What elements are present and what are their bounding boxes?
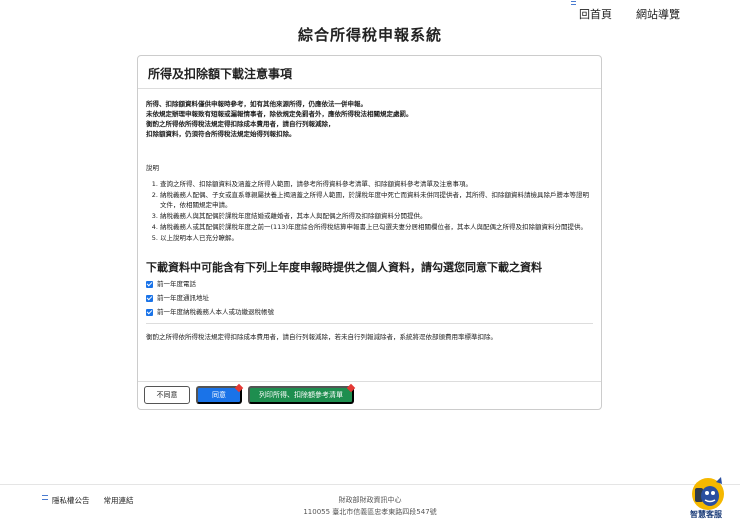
footer-info: 財政部財政資訊中心 110055 臺北市信義區忠孝東路四段547號 bbox=[0, 494, 740, 518]
modal-title: 所得及扣除額下載注意事項 bbox=[138, 56, 601, 89]
footer-address: 110055 臺北市信義區忠孝東路四段547號 bbox=[303, 508, 437, 516]
consent-title: 下載資料中可能含有下列上年度申報時提供之個人資料，請勾選您同意下載之資料 bbox=[146, 261, 542, 274]
decline-button[interactable]: 不同意 bbox=[144, 386, 190, 404]
agree-button-label: 同意 bbox=[212, 391, 226, 399]
description-title: 說明 bbox=[146, 164, 159, 172]
checkbox-checked-icon[interactable] bbox=[146, 280, 153, 288]
system-title: 綜合所得稅申報系統 bbox=[297, 26, 442, 44]
description-item: 納稅義務人配偶、子女或直系尊親屬扶養上揭涵蓋之所得人範圍，於課稅年度中死亡而資料… bbox=[160, 190, 593, 210]
agree-button[interactable]: 同意 bbox=[196, 383, 244, 404]
consent-checkbox-phone[interactable]: 前一年度電話 bbox=[146, 279, 593, 289]
corner-marker-icon bbox=[346, 383, 356, 393]
description-item: 以上說明本人已充分瞭解。 bbox=[160, 233, 593, 243]
checkbox-label: 前一年度通訊地址 bbox=[157, 294, 209, 302]
download-notice-modal: 所得及扣除額下載注意事項 所得、扣除額資料僅供申報時參考，如有其他來源所得，仍應… bbox=[137, 55, 602, 410]
notice-paragraph: 所得、扣除額資料僅供申報時參考，如有其他來源所得，仍應依法一併申報。 未依規定辦… bbox=[146, 99, 593, 139]
consent-checkbox-account[interactable]: 前一年度納稅義務人本人或功繳退稅帳號 bbox=[146, 307, 593, 317]
footer-org: 財政部財政資訊中心 bbox=[338, 496, 402, 504]
description-item: 納稅義務人與其配偶於課稅年度結婚或離婚者，其本人與配偶之所得及扣除額資料分開提供… bbox=[160, 211, 593, 221]
checkbox-label: 前一年度電話 bbox=[157, 280, 196, 288]
print-reference-list-button[interactable]: 列印所得、扣除額參考清單 bbox=[248, 383, 356, 404]
notice-line: 衡酌之所得依所得稅法規定得扣除成本費用者，請自行列報減除， bbox=[146, 120, 335, 128]
top-nav: 回首頁 網站導覽 bbox=[571, 1, 680, 22]
corner-marker-icon bbox=[234, 383, 244, 393]
menu-mark-icon bbox=[571, 1, 576, 5]
description-item: 納稅義務人或其配偶於課稅年度之前一(113)年度綜合所得稅結算申報書上已勾選夫妻… bbox=[160, 222, 593, 232]
modal-body: 所得、扣除額資料僅供申報時參考，如有其他來源所得，仍應依法一併申報。 未依規定辦… bbox=[138, 89, 601, 342]
print-button-label: 列印所得、扣除額參考清單 bbox=[259, 391, 343, 399]
smart-assistant-label[interactable]: 智慧客服 bbox=[690, 509, 722, 520]
notice-line: 所得、扣除額資料僅供申報時參考，如有其他來源所得，仍應依法一併申報。 bbox=[146, 100, 367, 108]
footer-divider bbox=[0, 484, 740, 485]
modal-footer: 不同意 同意 列印所得、扣除額參考清單 bbox=[138, 381, 601, 409]
checkbox-label: 前一年度納稅義務人本人或功繳退稅帳號 bbox=[157, 308, 274, 316]
deduction-note: 衡酌之所得依所得稅法規定得扣除成本費用者，請自行列報減除，若未自行列報減除者，系… bbox=[146, 323, 593, 342]
description-item: 查詢之所得、扣除額資料及涵蓋之所得人範圍，請參考所得資料參考清單、扣除額資料參考… bbox=[160, 179, 593, 189]
notice-line: 扣除額資料，仍須符合所得稅法規定始得列報扣除。 bbox=[146, 130, 296, 138]
sitemap-link-label: 網站導覽 bbox=[636, 8, 680, 21]
description-list: 查詢之所得、扣除額資料及涵蓋之所得人範圍，請參考所得資料參考清單、扣除額資料參考… bbox=[146, 179, 593, 243]
home-link[interactable]: 回首頁 bbox=[571, 1, 612, 22]
consent-checkbox-address[interactable]: 前一年度通訊地址 bbox=[146, 293, 593, 303]
home-link-label: 回首頁 bbox=[579, 8, 612, 21]
checkbox-checked-icon[interactable] bbox=[146, 294, 153, 302]
checkbox-checked-icon[interactable] bbox=[146, 308, 153, 316]
sitemap-link[interactable]: 網站導覽 bbox=[630, 6, 680, 22]
notice-line: 未依規定辦理申報致有短報或漏報情事者，除依規定免罰者外，應依所得稅法相關規定處罰… bbox=[146, 110, 413, 118]
